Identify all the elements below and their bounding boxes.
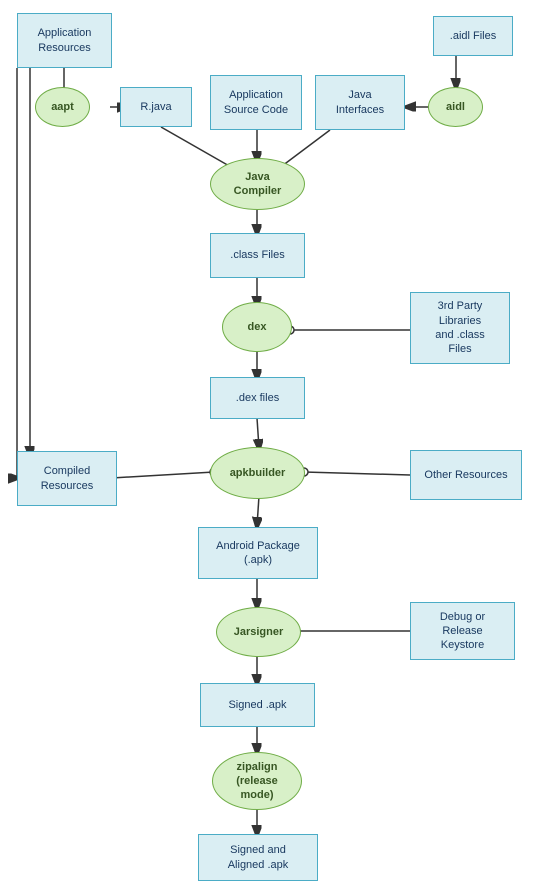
rjava-box: R.java bbox=[120, 87, 192, 127]
debug-release-box: Debug orReleaseKeystore bbox=[410, 602, 515, 660]
zipalign-ellipse: zipalign(releasemode) bbox=[212, 752, 302, 810]
connector-lines bbox=[0, 0, 536, 881]
class-files-box: .class Files bbox=[210, 233, 305, 278]
aidl-files-box: .aidl Files bbox=[433, 16, 513, 56]
app-resources-box: ApplicationResources bbox=[17, 13, 112, 68]
apkbuilder-ellipse: apkbuilder bbox=[210, 447, 305, 499]
jarsigner-ellipse: Jarsigner bbox=[216, 607, 301, 657]
other-resources-box: Other Resources bbox=[410, 450, 522, 500]
java-interfaces-box: JavaInterfaces bbox=[315, 75, 405, 130]
dex-files-box: .dex files bbox=[210, 377, 305, 419]
dex-ellipse: dex bbox=[222, 302, 292, 352]
signed-apk-box: Signed .apk bbox=[200, 683, 315, 727]
java-compiler-ellipse: JavaCompiler bbox=[210, 158, 305, 210]
aapt-ellipse: aapt bbox=[35, 87, 90, 127]
aidl-ellipse: aidl bbox=[428, 87, 483, 127]
app-source-code-box: ApplicationSource Code bbox=[210, 75, 302, 130]
diagram: ApplicationResources .aidl Files aapt R.… bbox=[0, 0, 536, 881]
compiled-resources-box: CompiledResources bbox=[17, 451, 117, 506]
signed-aligned-box: Signed andAligned .apk bbox=[198, 834, 318, 881]
third-party-box: 3rd PartyLibrariesand .classFiles bbox=[410, 292, 510, 364]
android-package-box: Android Package(.apk) bbox=[198, 527, 318, 579]
